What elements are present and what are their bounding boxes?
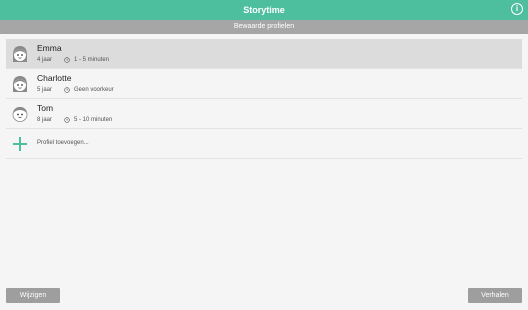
profile-duration: 1 - 5 minuten: [74, 57, 110, 63]
app-title: Storytime: [243, 5, 285, 15]
profile-list: Emma 4 jaar 1 - 5 minuten Charlotte 5 ja…: [6, 39, 522, 159]
subheader: Bewaarde profielen: [0, 20, 528, 34]
profile-name: Charlotte: [37, 73, 72, 83]
clock-icon: [64, 87, 70, 93]
edit-button[interactable]: Wijzigen: [6, 288, 60, 303]
profile-name: Tom: [37, 103, 54, 113]
boy-avatar-icon: [12, 107, 28, 122]
profile-age: 8 jaar: [37, 117, 53, 123]
add-profile-row[interactable]: Profiel toevoegen...: [6, 129, 522, 159]
info-icon[interactable]: i: [511, 3, 523, 15]
add-profile-label: Profiel toevoegen...: [37, 140, 89, 146]
girl-avatar-icon: [13, 46, 27, 62]
app-header: Storytime i: [0, 0, 528, 20]
profile-row-tom[interactable]: Tom 8 jaar 5 - 10 minuten: [6, 99, 522, 129]
clock-icon: [64, 117, 70, 123]
girl-avatar-icon: [13, 76, 27, 92]
clock-icon: [64, 57, 70, 63]
profile-duration: Geen voorkeur: [74, 87, 114, 93]
stories-button[interactable]: Verhalen: [468, 288, 522, 303]
profile-duration: 5 - 10 minuten: [74, 117, 113, 123]
profile-age: 4 jaar: [37, 57, 53, 63]
profile-row-charlotte[interactable]: Charlotte 5 jaar Geen voorkeur: [6, 69, 522, 99]
plus-icon: [13, 137, 27, 151]
profile-name: Emma: [37, 43, 62, 53]
profile-age: 5 jaar: [37, 87, 53, 93]
profile-row-emma[interactable]: Emma 4 jaar 1 - 5 minuten: [6, 39, 522, 69]
